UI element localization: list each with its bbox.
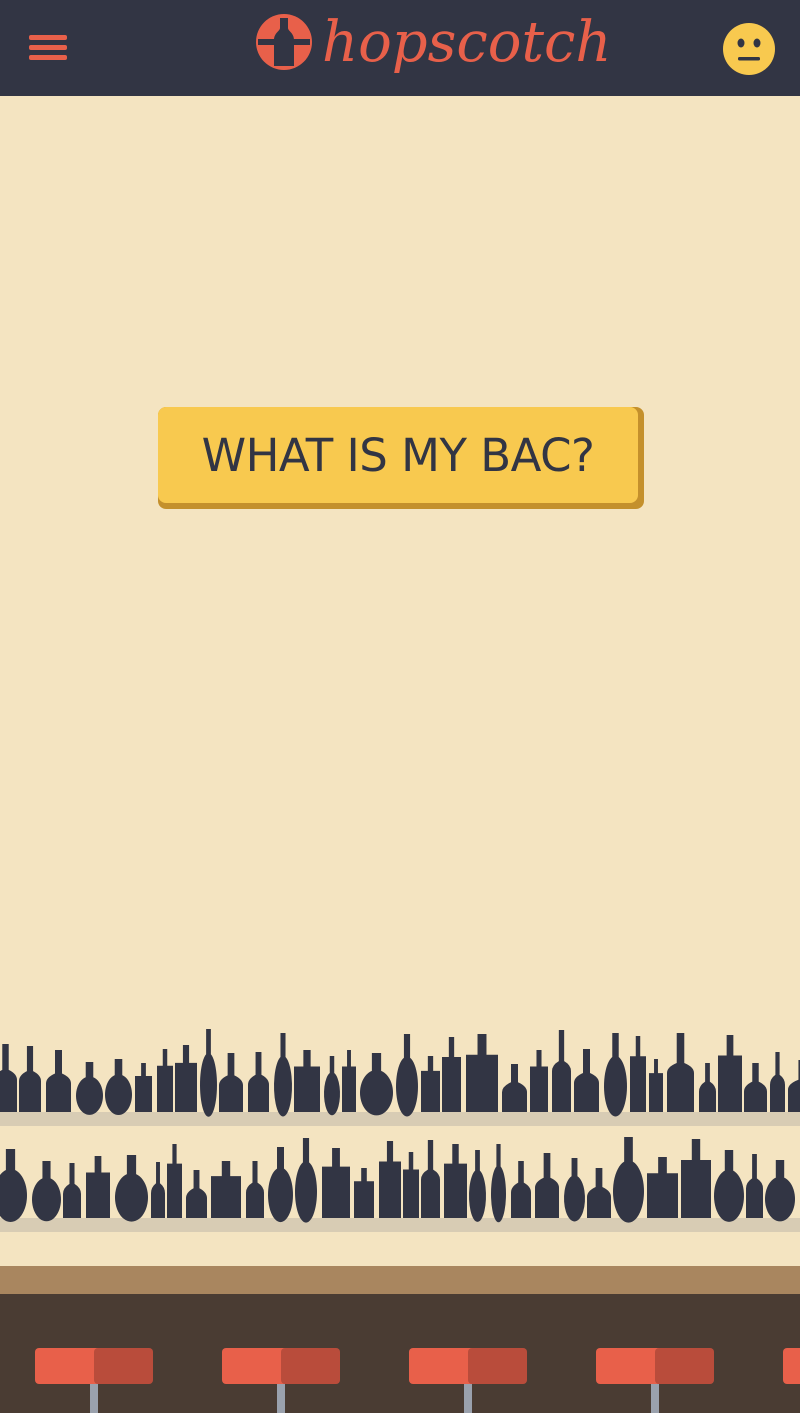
neutral-face-emoji-icon[interactable] [722, 22, 776, 76]
what-is-my-bac-button[interactable]: WHAT IS MY BAC? [158, 407, 644, 509]
bar-shelves-bottles-illustration [0, 1029, 800, 1413]
bottle-in-circle-icon [256, 14, 312, 70]
app-screen: hopscotch WHAT IS MY BAC? [0, 0, 800, 1413]
menu-button[interactable] [22, 28, 74, 68]
top-bar: hopscotch [0, 0, 800, 96]
bac-button-label: WHAT IS MY BAC? [201, 429, 595, 482]
brand-name: hopscotch [322, 10, 612, 75]
bar-stool [783, 1348, 800, 1384]
brand-logo: hopscotch [254, 6, 611, 90]
bar-scene-illustration [0, 1020, 800, 1413]
